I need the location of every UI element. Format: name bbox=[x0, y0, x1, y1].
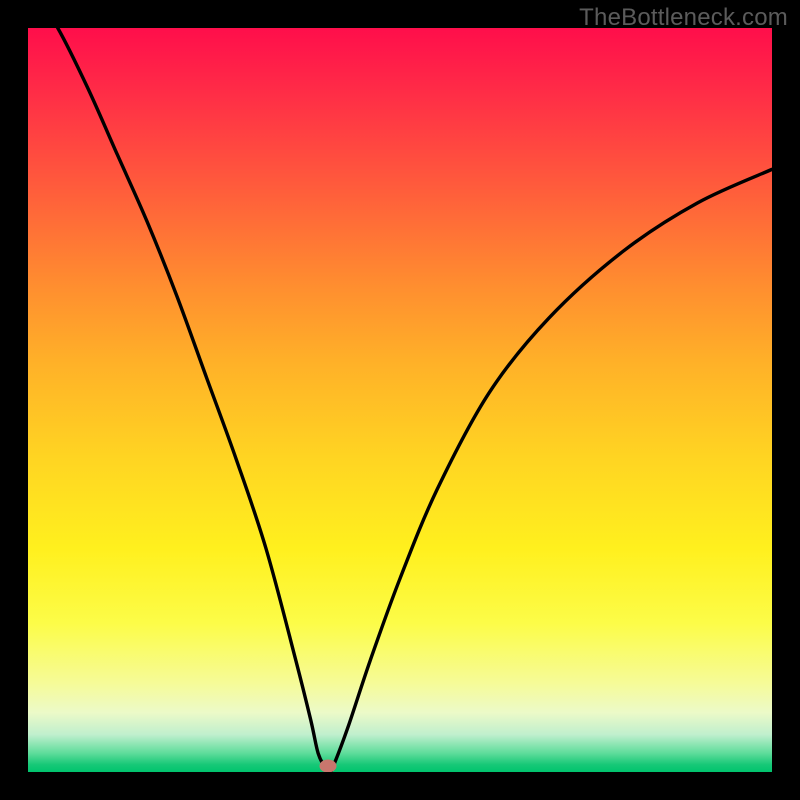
watermark-text: TheBottleneck.com bbox=[579, 4, 788, 32]
plot-area bbox=[28, 28, 772, 772]
bottleneck-curve bbox=[28, 28, 772, 772]
chart-frame: TheBottleneck.com bbox=[0, 0, 800, 800]
optimal-point-marker bbox=[319, 760, 336, 772]
